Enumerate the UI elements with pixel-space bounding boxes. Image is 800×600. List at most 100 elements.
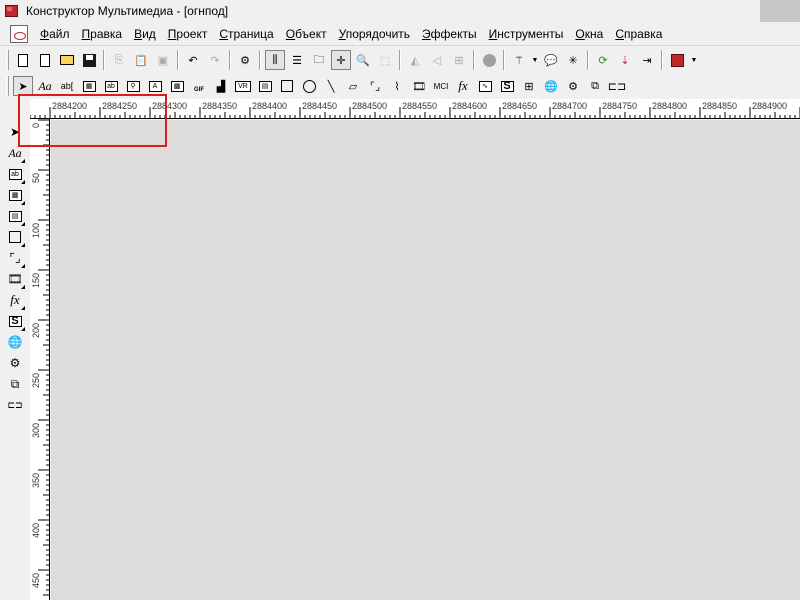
left-selection-tool[interactable]: ⌜⌟: [5, 248, 25, 268]
gear-doc-tool[interactable]: ⚙: [563, 76, 583, 96]
textbox-tool[interactable]: ab: [101, 76, 121, 96]
menu-7[interactable]: Эффекты: [416, 27, 483, 41]
s-icon: S: [500, 80, 514, 92]
menu-4[interactable]: Страница: [213, 27, 279, 41]
left-pointer-tool[interactable]: ➤: [5, 122, 25, 142]
menu-6[interactable]: Упорядочить: [333, 27, 416, 41]
ruler-label: 2884800: [652, 101, 687, 111]
left-text-tool[interactable]: Aa: [5, 143, 25, 163]
toolbar-separator: [503, 50, 505, 70]
paste-button[interactable]: 📋: [131, 50, 151, 70]
objects-toolbar: ➤ Aa ab[ ▦ ab ⚲ A ▩ GIF ▟ VR ▤ ╲ ▱ ⌜⌟ ⌇ …: [0, 73, 800, 99]
field-tool[interactable]: ab[: [57, 76, 77, 96]
paste-special-button[interactable]: ▣: [153, 50, 173, 70]
left-window-tool[interactable]: ⧉: [5, 374, 25, 394]
menu-8[interactable]: Инструменты: [483, 27, 570, 41]
record-button[interactable]: [479, 50, 499, 70]
new-page-button[interactable]: [13, 50, 33, 70]
menu-9[interactable]: Окна: [569, 27, 609, 41]
cube-button[interactable]: [667, 50, 687, 70]
fill-tool[interactable]: ▟: [211, 76, 231, 96]
zoom-button[interactable]: 🔍: [353, 50, 373, 70]
polygon-tool[interactable]: ▱: [343, 76, 363, 96]
menu-mnemonic: Ф: [40, 26, 50, 41]
rectangle-tool[interactable]: [277, 76, 297, 96]
properties-button[interactable]: ⚙: [235, 50, 255, 70]
undo-button[interactable]: ↶: [183, 50, 203, 70]
text-tool[interactable]: Aa: [35, 76, 55, 96]
import-button[interactable]: ⇥: [637, 50, 657, 70]
connector-tool[interactable]: ⊏⊐: [607, 76, 627, 96]
left-textbox-tool[interactable]: ab: [5, 164, 25, 184]
globe-tool[interactable]: 🌐: [541, 76, 561, 96]
horizontal-ruler[interactable]: 2884200 2884250 2884300 2884350 2884400 28844…: [30, 99, 800, 119]
line-tool[interactable]: ╲: [321, 76, 341, 96]
script-tool[interactable]: S: [497, 76, 517, 96]
flip-vertical-button[interactable]: ◁: [427, 50, 447, 70]
grid-button[interactable]: ⫼: [265, 50, 285, 70]
button-tool[interactable]: ⚲: [123, 76, 143, 96]
menu-3[interactable]: Проект: [162, 27, 214, 41]
left-table-tool[interactable]: ▤: [5, 206, 25, 226]
video-tool[interactable]: 🎞: [409, 76, 429, 96]
formula-tool[interactable]: fx: [453, 76, 473, 96]
frame-tool[interactable]: ▦: [79, 76, 99, 96]
vertical-ruler[interactable]: 0 50 100 150 200 250 300 350 400 450: [30, 119, 50, 600]
left-script-tool[interactable]: S: [5, 311, 25, 331]
ruler-label: 2884650: [502, 101, 537, 111]
select-area-button[interactable]: ⬚: [375, 50, 395, 70]
table-tool[interactable]: ▤: [255, 76, 275, 96]
new-project-button[interactable]: [35, 50, 55, 70]
toolbar-grip[interactable]: [6, 76, 9, 96]
toolbar-grip[interactable]: [6, 50, 9, 70]
export-button[interactable]: ⇣: [615, 50, 635, 70]
connector-icon: ⊏⊐: [607, 80, 627, 93]
left-formula-tool[interactable]: fx: [5, 290, 25, 310]
toolbar-separator: [259, 50, 261, 70]
menu-1[interactable]: Правка: [76, 27, 129, 41]
sparkle-button[interactable]: ✳: [563, 50, 583, 70]
menu-mnemonic: У: [338, 26, 346, 41]
left-globe-tool[interactable]: 🌐: [5, 332, 25, 352]
speech-bubble-button[interactable]: 💬: [541, 50, 561, 70]
image-tool[interactable]: A: [145, 76, 165, 96]
app-cube-icon[interactable]: [4, 3, 20, 19]
redo-button[interactable]: ↷: [205, 50, 225, 70]
mci-tool[interactable]: MCI: [431, 76, 451, 96]
left-rectangle-tool[interactable]: [5, 227, 25, 247]
magic-wand-dropdown[interactable]: ▼: [531, 50, 539, 70]
left-video-tool[interactable]: 🎞: [5, 269, 25, 289]
cube-dropdown[interactable]: ▼: [689, 50, 699, 70]
copy-button[interactable]: ⎘: [109, 50, 129, 70]
open-button[interactable]: [57, 50, 77, 70]
magic-wand-button[interactable]: ⚚: [509, 50, 529, 70]
freeform-tool[interactable]: ⌇: [387, 76, 407, 96]
document-icon[interactable]: [10, 24, 28, 43]
window-tool[interactable]: ⧉: [585, 76, 605, 96]
left-gear-doc-tool[interactable]: ⚙: [5, 353, 25, 373]
menu-10[interactable]: Справка: [609, 27, 668, 41]
flip-horizontal-button[interactable]: ◭: [405, 50, 425, 70]
picture-tool[interactable]: ▩: [167, 76, 187, 96]
left-picture-tool[interactable]: ▩: [5, 185, 25, 205]
menu-0[interactable]: Файл: [34, 27, 76, 41]
menu-2[interactable]: Вид: [128, 27, 162, 41]
layers-button[interactable]: ☰: [287, 50, 307, 70]
left-connector-tool[interactable]: ⊏⊐: [5, 395, 25, 415]
menu-5[interactable]: Объект: [280, 27, 333, 41]
ruler-label: 100: [31, 223, 41, 238]
align-button[interactable]: ⊞: [449, 50, 469, 70]
selection-tool[interactable]: ⌜⌟: [365, 76, 385, 96]
magic-wand-icon: ⚚: [514, 54, 524, 67]
move-button[interactable]: ✛: [331, 50, 351, 70]
ellipse-tool[interactable]: [299, 76, 319, 96]
grid-tool[interactable]: ⊞: [519, 76, 539, 96]
page-canvas[interactable]: [51, 120, 800, 600]
chart-tool[interactable]: ∿: [475, 76, 495, 96]
pointer-tool[interactable]: ➤: [13, 76, 33, 96]
save-button[interactable]: [79, 50, 99, 70]
run-button[interactable]: ⟳: [593, 50, 613, 70]
folder-button[interactable]: 🗀: [309, 50, 329, 70]
vr-tool[interactable]: VR: [233, 76, 253, 96]
gif-tool[interactable]: GIF: [189, 76, 209, 96]
